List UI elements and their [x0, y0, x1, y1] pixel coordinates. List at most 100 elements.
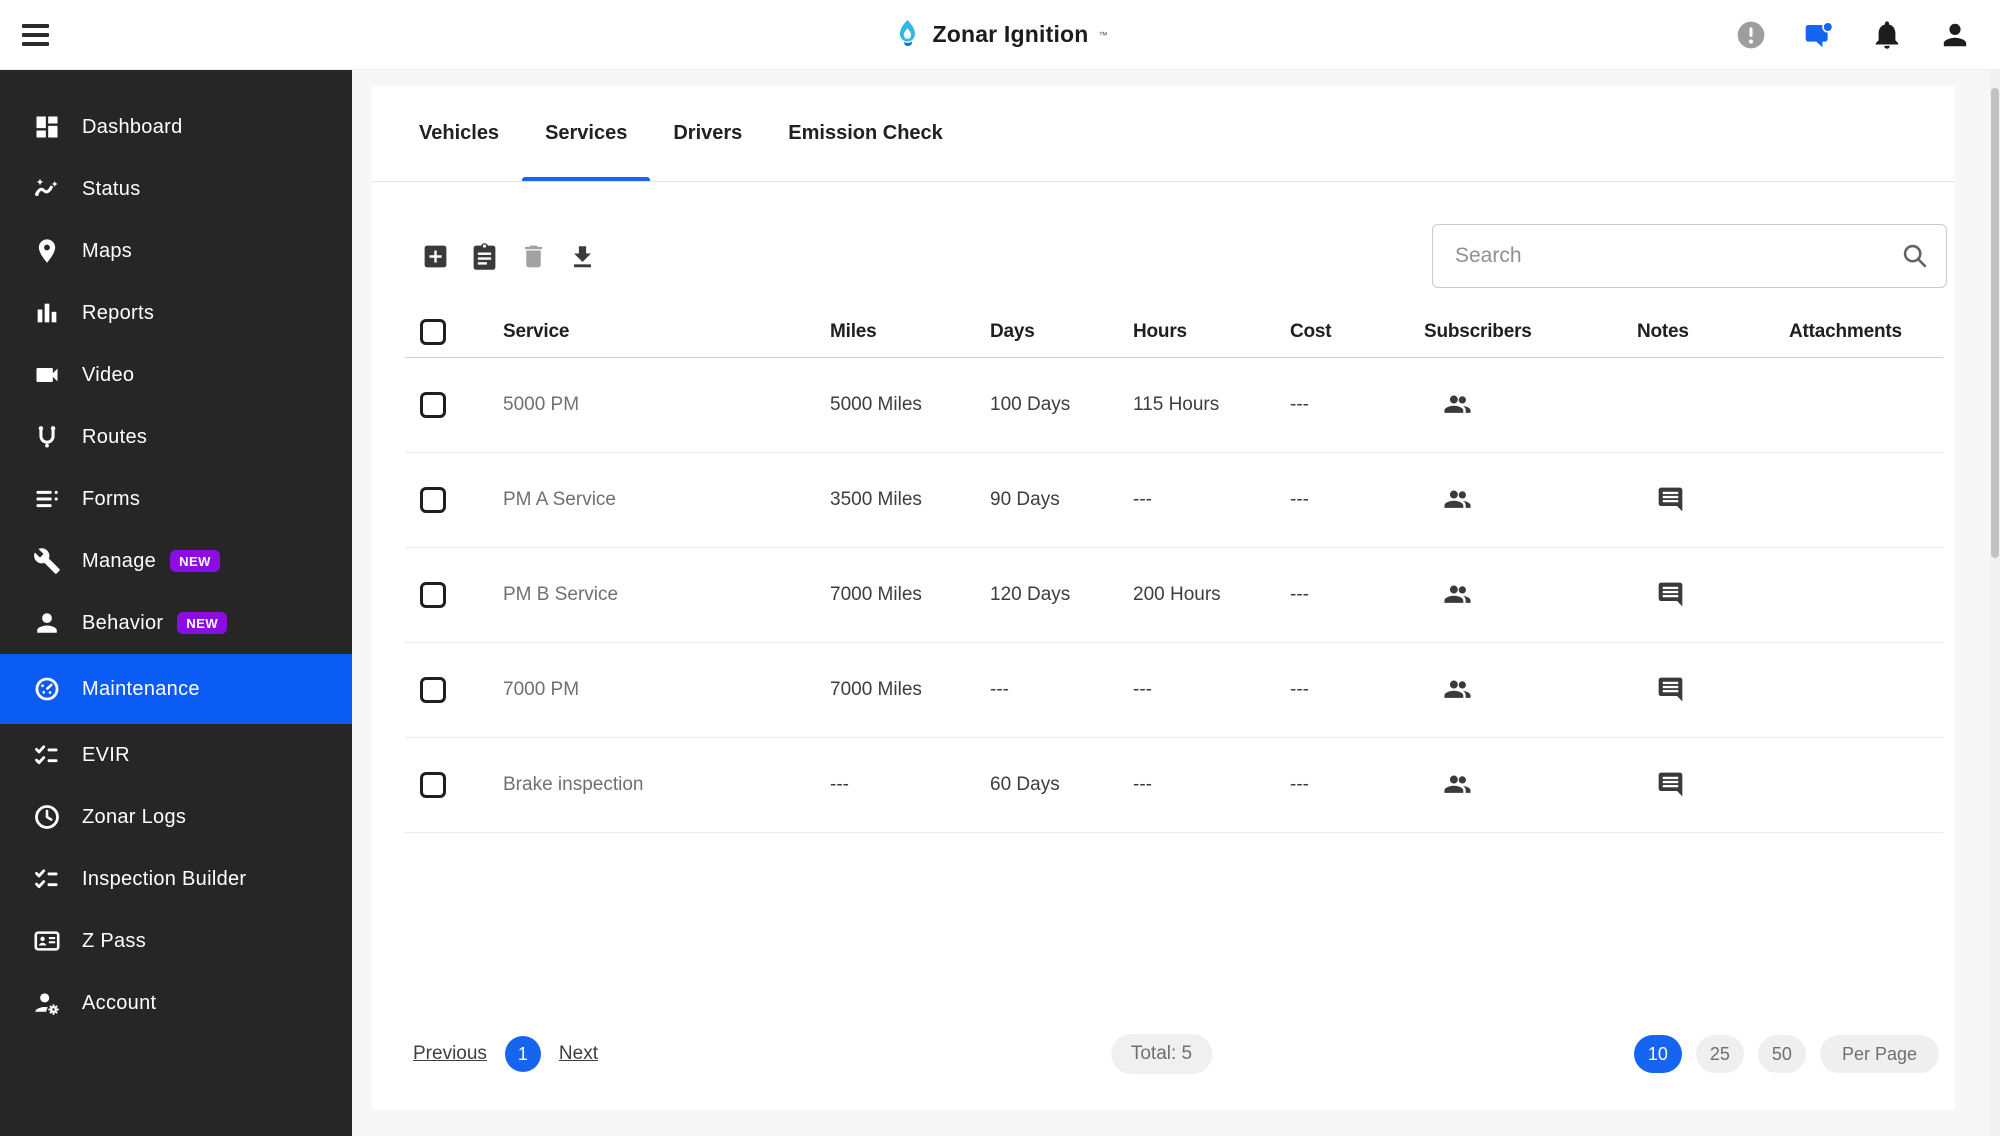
- table-header-row: Service Miles Days Hours Cost Subscriber…: [405, 306, 1943, 358]
- row-checkbox[interactable]: [420, 392, 446, 418]
- hours-value: 200 Hours: [1133, 584, 1221, 605]
- sidebar-item-reports[interactable]: Reports: [0, 282, 352, 344]
- download-icon[interactable]: [567, 241, 597, 271]
- sidebar-item-forms[interactable]: Forms: [0, 468, 352, 530]
- sidebar-item-label: Reports: [82, 301, 155, 324]
- gauge-icon: [32, 674, 62, 704]
- status-icon: [32, 174, 62, 204]
- subscribers-group-icon[interactable]: [1442, 390, 1472, 420]
- tab-vehicles[interactable]: Vehicles: [396, 86, 522, 181]
- subscribers-group-icon[interactable]: [1442, 580, 1472, 610]
- notes-comment-icon[interactable]: [1655, 485, 1685, 515]
- sidebar-item-status[interactable]: Status: [0, 158, 352, 220]
- search-icon[interactable]: [1901, 242, 1929, 270]
- cost-value: ---: [1290, 394, 1309, 415]
- sidebar-item-video[interactable]: Video: [0, 344, 352, 406]
- row-checkbox[interactable]: [420, 677, 446, 703]
- notifications-bell-icon[interactable]: [1870, 18, 1904, 52]
- sidebar-item-routes[interactable]: Routes: [0, 406, 352, 468]
- sidebar-item-label: Inspection Builder: [82, 867, 247, 890]
- person-icon: [32, 608, 62, 638]
- subscribers-group-icon[interactable]: [1442, 675, 1472, 705]
- sidebar-item-maintenance[interactable]: Maintenance: [0, 654, 352, 724]
- alert-icon[interactable]: [1734, 18, 1768, 52]
- sidebar-item-z-pass[interactable]: Z Pass: [0, 910, 352, 972]
- sidebar-item-label: Dashboard: [82, 115, 183, 138]
- wrench-icon: [32, 546, 62, 576]
- dashboard-icon: [32, 112, 62, 142]
- sidebar-item-label: Maps: [82, 239, 133, 262]
- col-service: Service: [503, 320, 570, 342]
- sidebar-item-dashboard[interactable]: Dashboard: [0, 96, 352, 158]
- main-content: Vehicles Services Drivers Emission Check…: [352, 70, 2000, 1136]
- notes-comment-icon[interactable]: [1655, 675, 1685, 705]
- search-box: [1432, 224, 1947, 288]
- col-miles: Miles: [830, 320, 877, 342]
- new-badge: NEW: [177, 612, 228, 634]
- notes-comment-icon[interactable]: [1655, 770, 1685, 800]
- checklist-icon: [32, 864, 62, 894]
- select-all-checkbox[interactable]: [420, 318, 446, 345]
- hours-value: 115 Hours: [1133, 394, 1220, 415]
- table-row: PM A Service 3500 Miles 90 Days --- ---: [405, 453, 1943, 548]
- service-name: 5000 PM: [503, 394, 580, 415]
- cost-value: ---: [1290, 679, 1309, 700]
- search-input[interactable]: [1432, 224, 1947, 288]
- top-header: Zonar Ignition ™: [0, 0, 2000, 70]
- row-checkbox[interactable]: [420, 487, 446, 513]
- subscribers-group-icon[interactable]: [1442, 770, 1472, 800]
- clipboard-icon[interactable]: [469, 241, 499, 271]
- cost-value: ---: [1290, 489, 1309, 510]
- scrollbar-thumb[interactable]: [1991, 88, 1999, 558]
- hours-value: ---: [1133, 679, 1152, 700]
- tab-services[interactable]: Services: [522, 86, 651, 181]
- sidebar-item-label: Account: [82, 991, 157, 1014]
- tab-emission-check[interactable]: Emission Check: [765, 86, 966, 181]
- next-page-link[interactable]: Next: [559, 1043, 598, 1065]
- pagination-bar: Previous 1 Next Total: 5 10 25 50 Per Pa…: [372, 1022, 1955, 1086]
- page-size-25[interactable]: 25: [1695, 1035, 1744, 1073]
- menu-icon[interactable]: [22, 15, 72, 55]
- days-value: ---: [990, 679, 1009, 700]
- service-name: PM B Service: [503, 584, 619, 605]
- notes-comment-icon[interactable]: [1655, 580, 1685, 610]
- sidebar-item-label: Manage: [82, 549, 157, 572]
- service-name: Brake inspection: [503, 774, 644, 795]
- days-value: 60 Days: [990, 774, 1060, 795]
- total-count-badge: Total: 5: [1110, 1034, 1213, 1074]
- subscribers-group-icon[interactable]: [1442, 485, 1472, 515]
- miles-value: 7000 Miles: [830, 584, 922, 605]
- sidebar-item-maps[interactable]: Maps: [0, 220, 352, 282]
- sidebar-item-evir[interactable]: EVIR: [0, 724, 352, 786]
- page-size-50[interactable]: 50: [1757, 1035, 1806, 1073]
- scrollbar[interactable]: [1990, 70, 2000, 1136]
- account-person-icon[interactable]: [1938, 18, 1972, 52]
- cost-value: ---: [1290, 584, 1309, 605]
- cost-value: ---: [1290, 774, 1309, 795]
- flame-icon: [892, 18, 922, 52]
- miles-value: 7000 Miles: [830, 679, 922, 700]
- per-page-label: Per Page: [1819, 1035, 1939, 1073]
- col-notes: Notes: [1637, 320, 1689, 342]
- add-icon[interactable]: [420, 241, 450, 271]
- trash-icon[interactable]: [518, 241, 548, 271]
- sidebar-item-account[interactable]: Account: [0, 972, 352, 1034]
- sidebar-item-inspection-builder[interactable]: Inspection Builder: [0, 848, 352, 910]
- chat-icon[interactable]: [1802, 18, 1836, 52]
- sidebar-item-label: Routes: [82, 425, 148, 448]
- id-card-icon: [32, 926, 62, 956]
- miles-value: 3500 Miles: [830, 489, 922, 510]
- previous-page-link[interactable]: Previous: [413, 1043, 487, 1065]
- current-page-indicator[interactable]: 1: [504, 1036, 541, 1072]
- services-table: Service Miles Days Hours Cost Subscriber…: [372, 306, 1955, 833]
- row-checkbox[interactable]: [420, 772, 446, 798]
- sidebar-item-zonar-logs[interactable]: Zonar Logs: [0, 786, 352, 848]
- sidebar-item-manage[interactable]: Manage NEW: [0, 530, 352, 592]
- row-checkbox[interactable]: [420, 582, 446, 608]
- sidebar-item-behavior[interactable]: Behavior NEW: [0, 592, 352, 654]
- table-row: 5000 PM 5000 Miles 100 Days 115 Hours --…: [405, 358, 1943, 453]
- checklist-icon: [32, 740, 62, 770]
- tab-drivers[interactable]: Drivers: [650, 86, 765, 181]
- page-size-10[interactable]: 10: [1633, 1035, 1682, 1073]
- bar-chart-icon: [32, 298, 62, 328]
